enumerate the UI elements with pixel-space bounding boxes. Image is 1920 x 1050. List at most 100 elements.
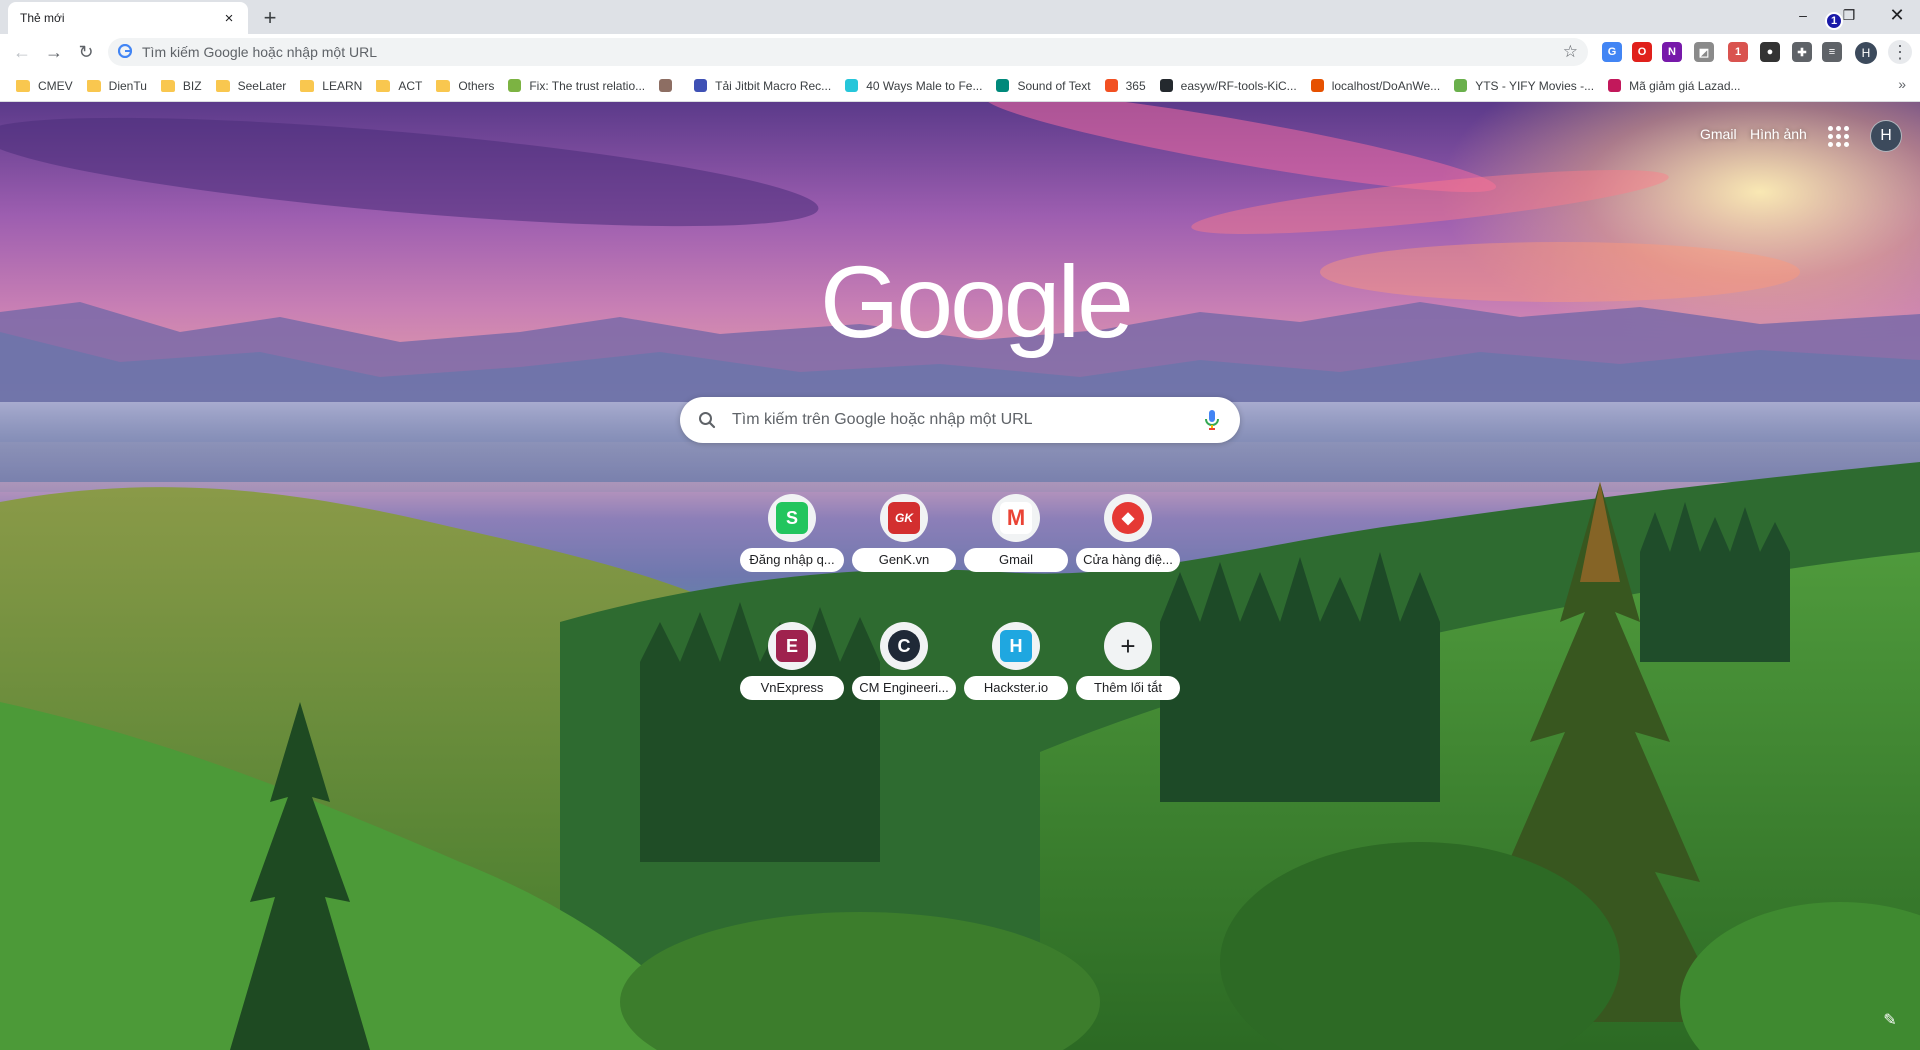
bookmarks-overflow-button[interactable]: »: [1898, 76, 1906, 92]
shortcut-tile[interactable]: E VnExpress: [736, 610, 848, 722]
forward-button[interactable]: →: [40, 38, 68, 66]
bookmark-link[interactable]: easyw/RF-tools-KiC...: [1154, 73, 1305, 99]
puzzle-extension-icon[interactable]: ✚: [1792, 42, 1812, 62]
shortcut-tile[interactable]: M Gmail: [960, 482, 1072, 594]
onenote-extension-icon[interactable]: N: [1662, 42, 1682, 62]
back-button[interactable]: ←: [8, 38, 36, 66]
reading-list-icon[interactable]: ≡: [1822, 42, 1842, 62]
reload-button[interactable]: ↻: [72, 38, 100, 66]
favicon-icon: [1608, 79, 1622, 92]
bookmark-link[interactable]: Mã giảm giá Lazad...: [1602, 73, 1748, 99]
new-tab-page: Gmail Hình ảnh H Google Tìm kiếm trên Go…: [0, 102, 1920, 1050]
omnibox-placeholder: Tìm kiếm Google hoặc nhập một URL: [142, 44, 377, 60]
bookmark-label: easyw/RF-tools-KiC...: [1180, 78, 1297, 93]
bookmark-folder[interactable]: BIZ: [155, 73, 210, 99]
shortcut-label: VnExpress: [740, 676, 844, 700]
hackster-logo-icon: H: [1000, 630, 1032, 662]
bookmark-label: CMEV: [38, 78, 73, 93]
shortcut-label: Đăng nhập q...: [740, 548, 844, 572]
bookmark-label: SeeLater: [237, 78, 287, 93]
shortcut-tile[interactable]: GK GenK.vn: [848, 482, 960, 594]
opera-extension-icon[interactable]: O: [1632, 42, 1652, 62]
minimize-button[interactable]: –: [1780, 0, 1826, 30]
bookmark-folder[interactable]: Others: [430, 73, 502, 99]
ntp-search-box[interactable]: Tìm kiếm trên Google hoặc nhập một URL: [680, 397, 1240, 443]
bookmark-label: Mã giảm giá Lazad...: [1629, 78, 1741, 93]
favicon-icon: [1454, 79, 1468, 92]
bookmark-label: DienTu: [108, 78, 147, 93]
shortcut-label: Hackster.io: [964, 676, 1068, 700]
genk-logo-icon: GK: [888, 502, 920, 534]
close-window-button[interactable]: ✕: [1874, 0, 1920, 30]
shortcut-label: GenK.vn: [852, 548, 956, 572]
bookmark-label: Sound of Text: [1017, 78, 1091, 93]
omnibox[interactable]: Tìm kiếm Google hoặc nhập một URL ☆: [108, 38, 1588, 66]
bookmark-folder[interactable]: ACT: [370, 73, 430, 99]
shortcut-icon-wrap: H: [992, 622, 1040, 670]
bookmark-link[interactable]: Tải Jitbit Macro Rec...: [688, 73, 839, 99]
favicon-icon: [1159, 79, 1173, 92]
shortcut-icon-wrap: GK: [880, 494, 928, 542]
shortcut-icon-wrap: C: [880, 622, 928, 670]
chrome-menu-button[interactable]: ⋮: [1888, 40, 1912, 64]
bookmark-star-icon[interactable]: ☆: [1563, 42, 1578, 62]
bookmark-label: 40 Ways Male to Fe...: [866, 78, 983, 93]
shortcut-tile[interactable]: + Thêm lối tắt: [1072, 610, 1184, 722]
shortcut-tile[interactable]: S Đăng nhập q...: [736, 482, 848, 594]
gmail-logo-icon: M: [1000, 502, 1032, 534]
favicon-icon: [1310, 79, 1324, 92]
add-shortcut-icon: +: [1112, 630, 1144, 662]
favicon-icon: [508, 79, 522, 92]
bookmark-link[interactable]: Sound of Text: [990, 73, 1098, 99]
ntp-gmail-link[interactable]: Gmail: [1700, 126, 1737, 142]
s-logo-icon: S: [776, 502, 808, 534]
favicon-icon: [996, 79, 1010, 92]
shortcut-icon-wrap: M: [992, 494, 1040, 542]
translate-extension-icon[interactable]: G: [1602, 42, 1622, 62]
search-icon: [698, 411, 722, 429]
bookmark-link[interactable]: Fix: The trust relatio...: [502, 73, 653, 99]
bookmark-label: Tải Jitbit Macro Rec...: [715, 78, 832, 93]
bookmark-link[interactable]: 40 Ways Male to Fe...: [839, 73, 990, 99]
bookmark-folder[interactable]: CMEV: [10, 73, 81, 99]
folder-icon: [376, 79, 391, 92]
group-extension-icon[interactable]: ●: [1760, 42, 1780, 62]
flags-extension-icon[interactable]: 1: [1728, 42, 1748, 62]
shortcut-tile[interactable]: H Hackster.io: [960, 610, 1072, 722]
folder-icon: [436, 79, 451, 92]
bookmark-folder[interactable]: LEARN: [294, 73, 370, 99]
folder-icon: [215, 79, 230, 92]
new-tab-button[interactable]: +: [256, 4, 284, 32]
tab-new-tab[interactable]: Thẻ mới ×: [8, 2, 248, 34]
bookmark-folder[interactable]: DienTu: [81, 73, 155, 99]
bookmark-label: YTS - YIFY Movies -...: [1475, 78, 1595, 93]
shortcut-icon-wrap: S: [768, 494, 816, 542]
shortcut-icon-wrap: E: [768, 622, 816, 670]
tab-close-icon[interactable]: ×: [220, 9, 238, 27]
google-apps-icon[interactable]: [1826, 124, 1850, 148]
customize-pencil-icon[interactable]: ✎: [1874, 1004, 1906, 1036]
bookmark-link[interactable]: 365: [1099, 73, 1154, 99]
bookmark-label: Others: [458, 78, 495, 93]
bookmark-link[interactable]: localhost/DoAnWe...: [1305, 73, 1449, 99]
bookmark-folder[interactable]: SeeLater: [210, 73, 295, 99]
shortcut-tile[interactable]: ◆ Cửa hàng điệ...: [1072, 482, 1184, 594]
shortcut-label: Thêm lối tắt: [1076, 676, 1180, 700]
bookmarks-bar: CMEV DienTu BIZ SeeLater LEARN ACT Others Fix: …: [0, 70, 1920, 102]
ntp-images-link[interactable]: Hình ảnh: [1750, 126, 1807, 142]
favicon-icon: [694, 79, 708, 92]
bookmark-link[interactable]: [653, 73, 688, 99]
microphone-icon[interactable]: [1202, 410, 1222, 430]
bookmark-link[interactable]: YTS - YIFY Movies -...: [1448, 73, 1602, 99]
google-logo: Google: [820, 245, 1134, 359]
favicon-icon: [1104, 79, 1118, 92]
shortcut-icon-wrap: ◆: [1104, 494, 1152, 542]
account-avatar[interactable]: H: [1870, 120, 1902, 152]
shortcut-tile[interactable]: C CM Engineeri...: [848, 610, 960, 722]
notification-badge: 1: [1825, 12, 1843, 30]
store-logo-icon: ◆: [1112, 502, 1144, 534]
cm-engineering-logo-icon: C: [888, 630, 920, 662]
screenshot-extension-icon[interactable]: ◩: [1694, 42, 1714, 62]
profile-button[interactable]: H: [1855, 42, 1877, 64]
folder-icon: [16, 79, 30, 92]
